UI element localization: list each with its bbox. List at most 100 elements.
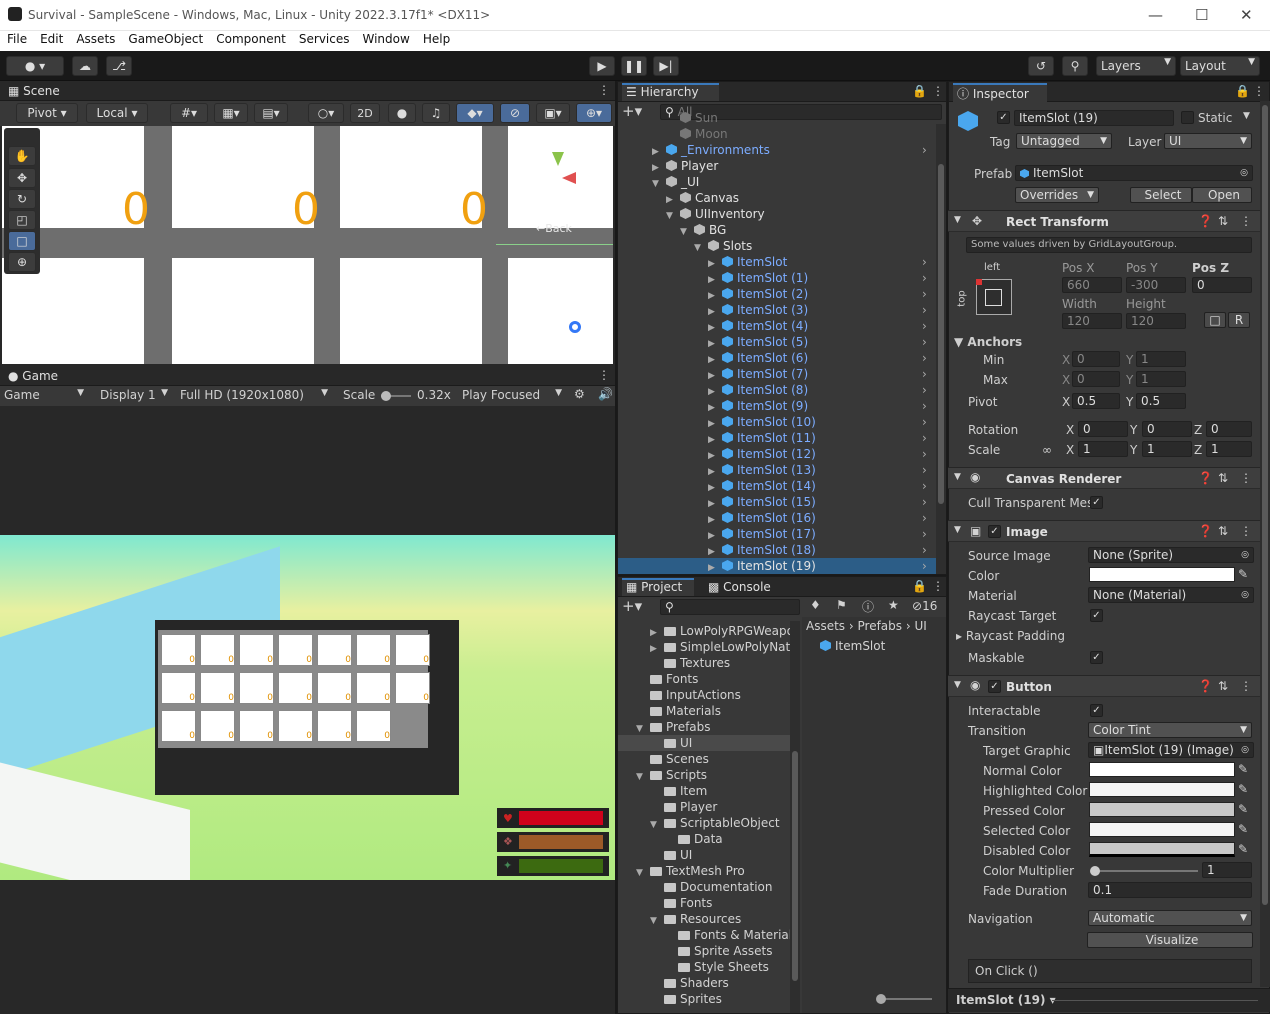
project-folder-item[interactable]: ▶ LowPolyRPGWeapo	[618, 623, 794, 639]
menu-item-help[interactable]: Help	[416, 31, 456, 46]
project-folder-item[interactable]: ▶ SimpleLowPolyNatu	[618, 639, 798, 655]
toggle-2d-button[interactable]: 2D	[350, 103, 380, 123]
foldout-arrow-icon[interactable]: ▶	[652, 159, 662, 173]
project-folder-item[interactable]: Item	[618, 783, 790, 799]
rot-x-field[interactable]: 0	[1078, 421, 1128, 437]
tab-hierarchy[interactable]: ☰ Hierarchy	[622, 83, 719, 101]
foldout-arrow-icon[interactable]: ▶	[666, 191, 676, 205]
foldout-arrow-icon[interactable]: ▼	[666, 207, 676, 221]
menu-item-window[interactable]: Window	[356, 31, 416, 46]
material-field[interactable]: None (Material) ◎	[1088, 587, 1254, 603]
inventory-slot[interactable]: 0	[200, 634, 235, 666]
foldout-arrow-icon[interactable]: ▶	[708, 415, 718, 429]
inventory-slot[interactable]: 0	[317, 634, 352, 666]
foldout-icon[interactable]: ▼	[954, 472, 961, 482]
foldout-arrow-icon[interactable]: ▼	[694, 239, 704, 253]
slider-thumb[interactable]	[381, 391, 391, 401]
help-icon[interactable]: ❓	[1198, 524, 1213, 538]
navigation-dropdown[interactable]: Automatic ▼	[1088, 910, 1252, 926]
maximize-icon[interactable]: ☐	[1195, 6, 1208, 24]
foldout-arrow-icon[interactable]	[666, 127, 676, 141]
slider-thumb[interactable]	[1090, 866, 1100, 876]
help-icon[interactable]: ❓	[1198, 214, 1213, 228]
color-multiplier-field[interactable]: 1	[1202, 862, 1252, 878]
asset-item[interactable]: ItemSlot	[820, 639, 885, 653]
hierarchy-item[interactable]: ▶ ItemSlot (15) ›	[618, 494, 936, 510]
chevron-right-icon[interactable]: ›	[922, 447, 927, 461]
hierarchy-item[interactable]: ▼ _UI	[618, 174, 936, 190]
menu-item-file[interactable]: File	[0, 31, 33, 46]
hierarchy-item[interactable]: ▶ ItemSlot (19) ›	[618, 558, 936, 574]
menu-item-services[interactable]: Services	[292, 31, 356, 46]
constrain-icon[interactable]: ∞	[1042, 443, 1052, 457]
foldout-arrow-icon[interactable]: ▼	[636, 720, 646, 734]
hierarchy-item[interactable]: ▶ ItemSlot ›	[618, 254, 936, 270]
chevron-right-icon[interactable]: ›	[922, 431, 927, 445]
hierarchy-scrollbar[interactable]	[936, 124, 946, 574]
hierarchy-item[interactable]: ▶ ItemSlot (7) ›	[618, 366, 936, 382]
rect-transform-header[interactable]: ▼ ✥ Rect Transform ❓ ⇅ ⋮	[948, 210, 1270, 232]
sc-y-field[interactable]: 1	[1142, 441, 1192, 457]
raw-edit-button[interactable]: R	[1228, 312, 1250, 328]
foldout-arrow-icon[interactable]: ▼	[652, 175, 662, 189]
foldout-arrow-icon[interactable]: ▶	[708, 271, 718, 285]
foldout-arrow-icon[interactable]: ▶	[708, 447, 718, 461]
inventory-slot[interactable]: 0	[161, 710, 196, 742]
foldout-icon[interactable]: ▼	[954, 525, 961, 535]
blueprint-button[interactable]: □	[1204, 312, 1226, 328]
hierarchy-item[interactable]: ▶ Canvas	[618, 190, 936, 206]
foldout-arrow-icon[interactable]: ▶	[708, 463, 718, 477]
project-folder-item[interactable]: Materials	[618, 703, 790, 719]
foldout-arrow-icon[interactable]	[650, 736, 660, 750]
chevron-right-icon[interactable]: ›	[922, 255, 927, 269]
scale-slider[interactable]	[381, 391, 411, 401]
chevron-right-icon[interactable]: ›	[922, 303, 927, 317]
target-icon[interactable]: ◎	[1241, 743, 1249, 757]
hierarchy-item[interactable]: ▶ ItemSlot (11) ›	[618, 430, 936, 446]
lock-icon[interactable]: 🔒	[1235, 84, 1250, 98]
project-folder-item[interactable]: UI	[618, 847, 790, 863]
anchors-foldout[interactable]: ▼ Anchors	[954, 335, 1022, 349]
project-folder-item[interactable]: Style Sheets	[618, 959, 790, 975]
hierarchy-item[interactable]: ▶ ItemSlot (4) ›	[618, 318, 936, 334]
foldout-arrow-icon[interactable]: ▶	[708, 495, 718, 509]
settings-icon[interactable]: ⇅	[1218, 524, 1228, 538]
menu-item-gameobject[interactable]: GameObject	[121, 31, 209, 46]
audio-icon[interactable]: ♫	[422, 103, 450, 123]
scroll-thumb[interactable]	[1262, 105, 1268, 905]
scale-tool-icon[interactable]: ◰	[8, 210, 36, 230]
chevron-right-icon[interactable]: ›	[922, 415, 927, 429]
foldout-arrow-icon[interactable]: ▶	[708, 319, 718, 333]
game-mode-dropdown[interactable]: Game ▼	[4, 388, 88, 402]
foldout-arrow-icon[interactable]: ▶	[708, 351, 718, 365]
color-multiplier-slider[interactable]	[1090, 866, 1198, 876]
hierarchy-item[interactable]: ▶ ItemSlot (18) ›	[618, 542, 936, 558]
chevron-right-icon[interactable]: ›	[922, 271, 927, 285]
posz-field[interactable]: 0	[1192, 277, 1252, 293]
close-icon[interactable]: ✕	[1240, 6, 1253, 24]
inventory-slot[interactable]: 0	[356, 672, 391, 704]
image-enabled-checkbox[interactable]: ✓	[988, 525, 1001, 538]
layout-dropdown[interactable]: Layout ▼	[1180, 56, 1260, 76]
project-folder-item[interactable]: Documentation	[618, 879, 790, 895]
target-graphic-field[interactable]: ▣ItemSlot (19) (Image) ◎	[1088, 742, 1254, 758]
object-name-field[interactable]: ItemSlot (19)	[1014, 110, 1174, 126]
inventory-slot[interactable]: 0	[239, 634, 274, 666]
foldout-arrow-icon[interactable]: ▶	[708, 399, 718, 413]
scroll-thumb[interactable]	[792, 751, 798, 981]
hierarchy-item[interactable]: ▶ ItemSlot (9) ›	[618, 398, 936, 414]
project-folder-item[interactable]: Textures	[618, 655, 790, 671]
foldout-arrow-icon[interactable]: ▶	[708, 543, 718, 557]
foldout-arrow-icon[interactable]: ▶	[708, 559, 718, 573]
foldout-arrow-icon[interactable]: ▶	[708, 335, 718, 349]
chevron-right-icon[interactable]: ›	[922, 367, 927, 381]
foldout-arrow-icon[interactable]	[650, 784, 660, 798]
static-dropdown-icon[interactable]: ▼	[1243, 111, 1250, 121]
foldout-arrow-icon[interactable]: ▶	[708, 431, 718, 445]
account-button[interactable]: ● ▾	[6, 56, 64, 76]
inventory-slot[interactable]: 0	[317, 672, 352, 704]
transform-tool-icon[interactable]: ⊕	[8, 252, 36, 272]
hierarchy-item[interactable]: ▶ ItemSlot (2) ›	[618, 286, 936, 302]
play-mode-dropdown[interactable]: Play Focused ▼	[462, 388, 566, 402]
zoom-slider[interactable]	[876, 994, 932, 1004]
